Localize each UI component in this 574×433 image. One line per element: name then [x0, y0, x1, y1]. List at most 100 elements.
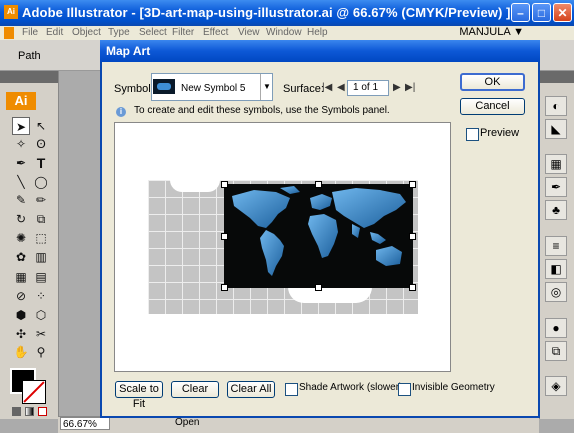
blend-tool-icon[interactable]: ⁘: [32, 287, 50, 305]
pen-tool-icon[interactable]: ✒: [12, 154, 30, 172]
graph-tool-icon[interactable]: ▥: [32, 248, 50, 266]
status-bar: [58, 416, 539, 433]
ellipse-tool-icon[interactable]: ◯: [32, 173, 50, 191]
last-surface-icon[interactable]: ▶|: [405, 82, 415, 93]
menu-filter[interactable]: Filter: [172, 27, 194, 38]
menu-file[interactable]: File: [22, 27, 38, 38]
brushes-panel-icon[interactable]: ✒: [545, 177, 567, 197]
first-surface-icon[interactable]: |◀: [322, 82, 332, 93]
symbol-thumbnail: [153, 79, 175, 94]
pencil-tool-icon[interactable]: ✏: [32, 191, 50, 209]
color-panel-icon[interactable]: ◐: [545, 96, 567, 116]
mesh-tool-icon[interactable]: ▦: [12, 268, 30, 286]
tools-panel-header[interactable]: [0, 71, 58, 83]
app-icon[interactable]: Ai: [4, 5, 18, 19]
symbol-dropdown-value: New Symbol 5: [181, 83, 246, 94]
symbol-sprayer-tool-icon[interactable]: ✿: [12, 248, 30, 266]
menu-select[interactable]: Select: [139, 27, 167, 38]
chevron-down-icon[interactable]: ▼: [260, 74, 273, 100]
gradient-mode-icon[interactable]: [25, 407, 34, 416]
graphic-styles-panel-icon[interactable]: ●: [545, 318, 567, 338]
clear-all-button[interactable]: Clear All: [227, 381, 275, 398]
transparency-panel-icon[interactable]: ◧: [545, 259, 567, 279]
dialog-title-bar[interactable]: [100, 40, 540, 62]
zoom-field[interactable]: 66.67%: [60, 417, 110, 430]
live-paint-selection-tool-icon[interactable]: ⬡: [32, 306, 50, 324]
next-surface-icon[interactable]: ▶: [393, 82, 401, 93]
bounding-box-handle[interactable]: [221, 181, 228, 188]
menu-type[interactable]: Type: [108, 27, 130, 38]
navigator-panel-icon[interactable]: ⧉: [545, 341, 567, 361]
surface-label: Surface:: [283, 83, 324, 95]
bounding-box-handle[interactable]: [315, 284, 322, 291]
zoom-tool-icon[interactable]: ⚲: [32, 343, 50, 361]
layers-panel-icon[interactable]: ◈: [545, 376, 567, 396]
minimize-icon[interactable]: –: [511, 3, 530, 22]
rotate-tool-icon[interactable]: ↻: [12, 210, 30, 228]
type-tool-icon[interactable]: T: [32, 154, 50, 172]
dialog-title: Map Art: [106, 44, 151, 58]
shade-artwork-label: Shade Artwork (slower): [299, 382, 403, 393]
ok-button[interactable]: OK: [460, 73, 525, 91]
info-text: To create and edit these symbols, use th…: [134, 105, 390, 116]
gradient-tool-icon[interactable]: ▤: [32, 268, 50, 286]
bounding-box-handle[interactable]: [409, 284, 416, 291]
close-icon[interactable]: ✕: [553, 3, 572, 22]
symbols-panel-icon[interactable]: ♣: [545, 200, 567, 220]
bounding-box-handle[interactable]: [409, 181, 416, 188]
shade-artwork-checkbox[interactable]: [285, 383, 298, 396]
cancel-button[interactable]: Cancel: [460, 98, 525, 115]
surface-field[interactable]: 1 of 1: [347, 80, 389, 96]
color-mode-icon[interactable]: [12, 407, 21, 416]
eyedropper-tool-icon[interactable]: ⊘: [12, 287, 30, 305]
preview-checkbox[interactable]: [466, 128, 479, 141]
menu-effect[interactable]: Effect: [203, 27, 228, 38]
lasso-tool-icon[interactable]: ʘ: [32, 135, 50, 153]
mapped-symbol-artwork[interactable]: [224, 184, 413, 288]
stroke-panel-icon[interactable]: ≡: [545, 236, 567, 256]
maximize-icon[interactable]: □: [532, 3, 551, 22]
menu-window[interactable]: Window: [266, 27, 302, 38]
selection-tool-icon[interactable]: ➤: [12, 117, 30, 135]
hand-tool-icon[interactable]: ✋: [12, 343, 30, 361]
document-status[interactable]: Open: [175, 417, 199, 428]
gradient-panel-icon[interactable]: ◣: [545, 119, 567, 139]
free-transform-tool-icon[interactable]: ⬚: [32, 229, 50, 247]
scale-to-fit-button[interactable]: Scale to Fit: [115, 381, 163, 410]
preview-label: Preview: [480, 127, 520, 139]
ai-logo: Ai: [6, 92, 36, 110]
right-dock-header[interactable]: [539, 71, 574, 83]
menu-help[interactable]: Help: [307, 27, 328, 38]
user-menu[interactable]: MANJULA ▼: [459, 26, 524, 38]
window-title: Adobe Illustrator - [3D-art-map-using-il…: [22, 5, 511, 20]
symbol-label: Symbol:: [114, 83, 154, 95]
paintbrush-tool-icon[interactable]: ✎: [12, 191, 30, 209]
none-mode-icon[interactable]: [38, 407, 47, 416]
direct-selection-tool-icon[interactable]: ↖: [32, 117, 50, 135]
appearance-panel-icon[interactable]: ◎: [545, 282, 567, 302]
invisible-geometry-label: Invisible Geometry: [412, 382, 495, 393]
bounding-box-handle[interactable]: [221, 233, 228, 240]
doc-icon: [4, 27, 14, 39]
bounding-box-handle[interactable]: [315, 181, 322, 188]
menu-edit[interactable]: Edit: [46, 27, 63, 38]
clear-button[interactable]: Clear: [171, 381, 219, 398]
live-paint-tool-icon[interactable]: ⬢: [12, 306, 30, 324]
scissors-tool-icon[interactable]: ✂: [32, 325, 50, 343]
invisible-geometry-checkbox[interactable]: [398, 383, 411, 396]
swatches-panel-icon[interactable]: ▦: [545, 154, 567, 174]
bounding-box-handle[interactable]: [409, 233, 416, 240]
visible-surface-bottom: [288, 287, 372, 303]
bounding-box-handle[interactable]: [221, 284, 228, 291]
menu-object[interactable]: Object: [72, 27, 101, 38]
magic-wand-tool-icon[interactable]: ✧: [12, 135, 30, 153]
previous-surface-icon[interactable]: ◀: [337, 82, 345, 93]
line-tool-icon[interactable]: ╲: [12, 173, 30, 191]
warp-tool-icon[interactable]: ✺: [12, 229, 30, 247]
scale-tool-icon[interactable]: ⧉: [32, 210, 50, 228]
slice-tool-icon[interactable]: ✣: [12, 325, 30, 343]
menu-view[interactable]: View: [238, 27, 260, 38]
info-icon: i: [116, 107, 126, 117]
stroke-swatch[interactable]: [22, 380, 46, 404]
world-map-graphic: [232, 186, 406, 276]
